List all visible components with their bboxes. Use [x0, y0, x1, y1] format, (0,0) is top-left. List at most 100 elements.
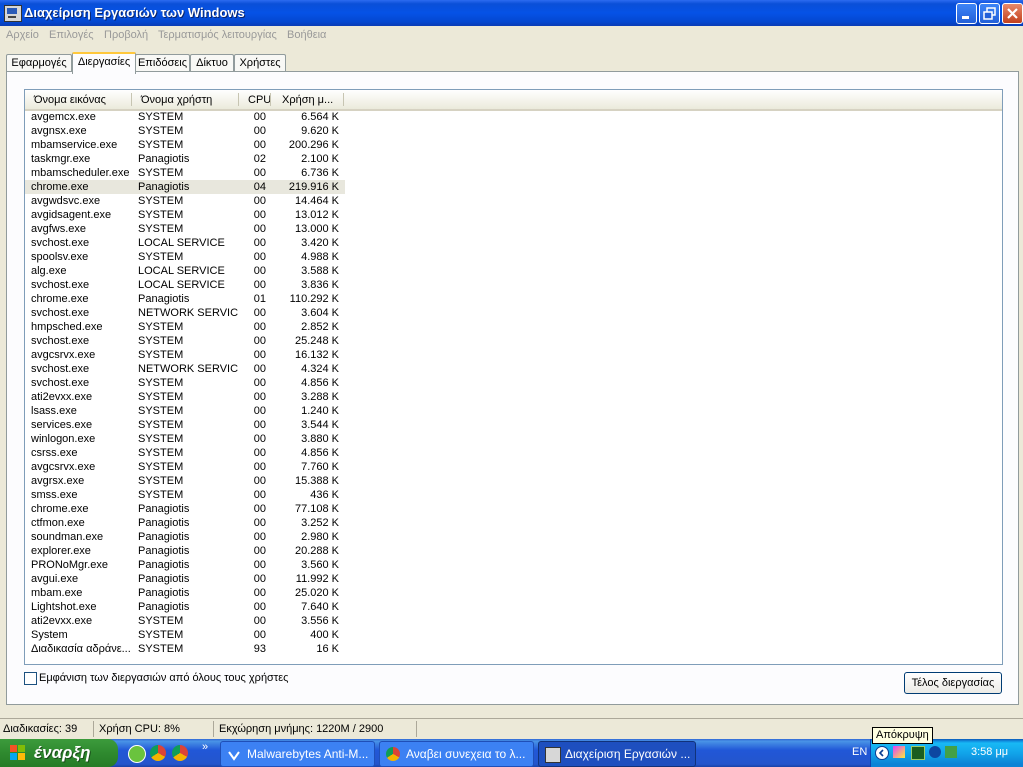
tab-users[interactable]: Χρήστες — [234, 54, 286, 72]
process-row[interactable]: soundman.exe Panagiotis 00 2.980 K — [25, 530, 1002, 544]
show-all-users-label: Εμφάνιση των διεργασιών από όλους τους χ… — [39, 672, 289, 684]
process-row[interactable]: smss.exe SYSTEM 00 436 K — [25, 488, 1002, 502]
end-process-button[interactable]: Τέλος διεργασίας — [904, 672, 1002, 694]
process-row[interactable]: taskmgr.exe Panagiotis 02 2.100 K — [25, 152, 1002, 166]
process-cpu: 00 — [253, 405, 266, 417]
process-name: avgui.exe — [31, 573, 79, 585]
process-row[interactable]: spoolsv.exe SYSTEM 00 4.988 K — [25, 250, 1002, 264]
process-row[interactable]: alg.exe LOCAL SERVICE 00 3.588 K — [25, 264, 1002, 278]
clock[interactable]: 3:58 μμ — [971, 746, 1008, 758]
tab-performance[interactable]: Επιδόσεις — [135, 54, 190, 72]
process-row[interactable]: svchost.exe SYSTEM 00 25.248 K — [25, 334, 1002, 348]
process-user: SYSTEM — [138, 321, 184, 333]
monitor-icon[interactable] — [911, 746, 925, 760]
process-user: SYSTEM — [138, 615, 184, 627]
process-row[interactable]: svchost.exe LOCAL SERVICE 00 3.836 K — [25, 278, 1002, 292]
title-bar[interactable]: Διαχείριση Εργασιών των Windows — [0, 0, 1023, 26]
show-all-users-checkbox[interactable] — [24, 672, 37, 685]
process-row[interactable]: avgidsagent.exe SYSTEM 00 13.012 K — [25, 208, 1002, 222]
column-mem-usage[interactable]: Χρήση μ... — [282, 94, 333, 106]
process-list[interactable]: Όνομα εικόνας Όνομα χρήστη CPU Χρήση μ..… — [24, 89, 1003, 665]
process-cpu: 00 — [253, 307, 266, 319]
show-hidden-icons-icon[interactable] — [875, 746, 889, 760]
process-cpu: 00 — [253, 531, 266, 543]
process-row[interactable]: avgwdsvc.exe SYSTEM 00 14.464 K — [25, 194, 1002, 208]
process-row[interactable]: avgcsrvx.exe SYSTEM 00 7.760 K — [25, 460, 1002, 474]
column-cpu[interactable]: CPU — [248, 94, 271, 106]
column-divider[interactable] — [238, 93, 239, 106]
process-row[interactable]: PRONoMgr.exe Panagiotis 00 3.560 K — [25, 558, 1002, 572]
process-memory: 9.620 K — [301, 125, 339, 137]
process-row[interactable]: svchost.exe NETWORK SERVICE 00 4.324 K — [25, 362, 1002, 376]
menu-help[interactable]: Βοήθεια — [287, 29, 326, 41]
process-row[interactable]: lsass.exe SYSTEM 00 1.240 K — [25, 404, 1002, 418]
menu-shutdown[interactable]: Τερματισμός λειτουργίας — [158, 29, 277, 41]
taskbar-item-chrome[interactable]: Αναβει συνεχεια το λ... — [379, 741, 534, 767]
tab-processes[interactable]: Διεργασίες — [72, 52, 136, 74]
column-divider[interactable] — [131, 93, 132, 106]
avg-quicklaunch-icon[interactable] — [128, 745, 146, 763]
status-divider — [93, 721, 94, 737]
process-row[interactable]: Lightshot.exe Panagiotis 00 7.640 K — [25, 600, 1002, 614]
restore-button[interactable] — [979, 3, 1000, 24]
process-row[interactable]: System SYSTEM 00 400 K — [25, 628, 1002, 642]
process-row[interactable]: avgcsrvx.exe SYSTEM 00 16.132 K — [25, 348, 1002, 362]
menu-view[interactable]: Προβολή — [104, 29, 148, 41]
process-row[interactable]: csrss.exe SYSTEM 00 4.856 K — [25, 446, 1002, 460]
process-cpu: 00 — [253, 349, 266, 361]
tab-networking[interactable]: Δίκτυο — [190, 54, 234, 72]
process-row[interactable]: mbamservice.exe SYSTEM 00 200.296 K — [25, 138, 1002, 152]
tab-applications[interactable]: Εφαρμογές — [6, 54, 72, 72]
language-indicator[interactable]: EN — [852, 746, 867, 758]
restore-icon — [983, 7, 996, 20]
process-user: SYSTEM — [138, 461, 184, 473]
process-row[interactable]: mbamscheduler.exe SYSTEM 00 6.736 K — [25, 166, 1002, 180]
process-user: SYSTEM — [138, 195, 184, 207]
chrome-quicklaunch-icon[interactable] — [150, 745, 166, 761]
menu-options[interactable]: Επιλογές — [49, 29, 94, 41]
process-row[interactable]: mbam.exe Panagiotis 00 25.020 K — [25, 586, 1002, 600]
menu-file[interactable]: Αρχείο — [6, 29, 39, 41]
minimize-button[interactable] — [956, 3, 977, 24]
process-user: Panagiotis — [138, 587, 190, 599]
process-row[interactable]: chrome.exe Panagiotis 00 77.108 K — [25, 502, 1002, 516]
process-row[interactable]: svchost.exe NETWORK SERVICE 00 3.604 K — [25, 306, 1002, 320]
network-icon[interactable] — [929, 746, 941, 758]
list-header: Όνομα εικόνας Όνομα χρήστη CPU Χρήση μ..… — [25, 90, 1002, 111]
start-button[interactable]: έναρξη — [0, 739, 118, 767]
pen-icon[interactable] — [893, 746, 905, 758]
process-row[interactable]: avgemcx.exe SYSTEM 00 6.564 K — [25, 110, 1002, 124]
column-divider[interactable] — [270, 93, 271, 106]
taskbar-item-task-manager[interactable]: Διαχείριση Εργασιών ... — [538, 741, 696, 767]
column-user-name[interactable]: Όνομα χρήστη — [141, 94, 212, 106]
process-row[interactable]: chrome.exe Panagiotis 01 110.292 K — [25, 292, 1002, 306]
process-row[interactable]: winlogon.exe SYSTEM 00 3.880 K — [25, 432, 1002, 446]
process-row[interactable]: svchost.exe LOCAL SERVICE 00 3.420 K — [25, 236, 1002, 250]
chrome-quicklaunch-icon[interactable] — [172, 745, 188, 761]
process-row[interactable]: avgnsx.exe SYSTEM 00 9.620 K — [25, 124, 1002, 138]
close-button[interactable] — [1002, 3, 1023, 24]
column-image-name[interactable]: Όνομα εικόνας — [34, 94, 106, 106]
process-row[interactable]: ctfmon.exe Panagiotis 00 3.252 K — [25, 516, 1002, 530]
process-row[interactable]: avgfws.exe SYSTEM 00 13.000 K — [25, 222, 1002, 236]
avg-tray-icon[interactable] — [945, 746, 957, 758]
process-name: avgidsagent.exe — [31, 209, 112, 221]
taskbar-item-malwarebytes[interactable]: Malwarebytes Anti-M... — [220, 741, 375, 767]
process-row[interactable]: hmpsched.exe SYSTEM 00 2.852 K — [25, 320, 1002, 334]
process-row[interactable]: ati2evxx.exe SYSTEM 00 3.288 K — [25, 390, 1002, 404]
process-row[interactable]: Διαδικασία αδράνε... SYSTEM 93 16 K — [25, 642, 1002, 656]
quicklaunch-more-button[interactable]: » — [202, 741, 208, 753]
process-row[interactable]: svchost.exe SYSTEM 00 4.856 K — [25, 376, 1002, 390]
process-row[interactable]: avgrsx.exe SYSTEM 00 15.388 K — [25, 474, 1002, 488]
process-name: winlogon.exe — [31, 433, 96, 445]
process-row[interactable]: services.exe SYSTEM 00 3.544 K — [25, 418, 1002, 432]
process-memory: 436 K — [310, 489, 339, 501]
process-row[interactable]: explorer.exe Panagiotis 00 20.288 K — [25, 544, 1002, 558]
process-cpu: 00 — [253, 545, 266, 557]
column-divider[interactable] — [343, 93, 344, 106]
process-row[interactable]: chrome.exe Panagiotis 04 219.916 K — [25, 180, 345, 194]
process-row[interactable]: ati2evxx.exe SYSTEM 00 3.556 K — [25, 614, 1002, 628]
process-user: SYSTEM — [138, 111, 184, 123]
process-row[interactable]: avgui.exe Panagiotis 00 11.992 K — [25, 572, 1002, 586]
process-memory: 20.288 K — [294, 545, 339, 557]
